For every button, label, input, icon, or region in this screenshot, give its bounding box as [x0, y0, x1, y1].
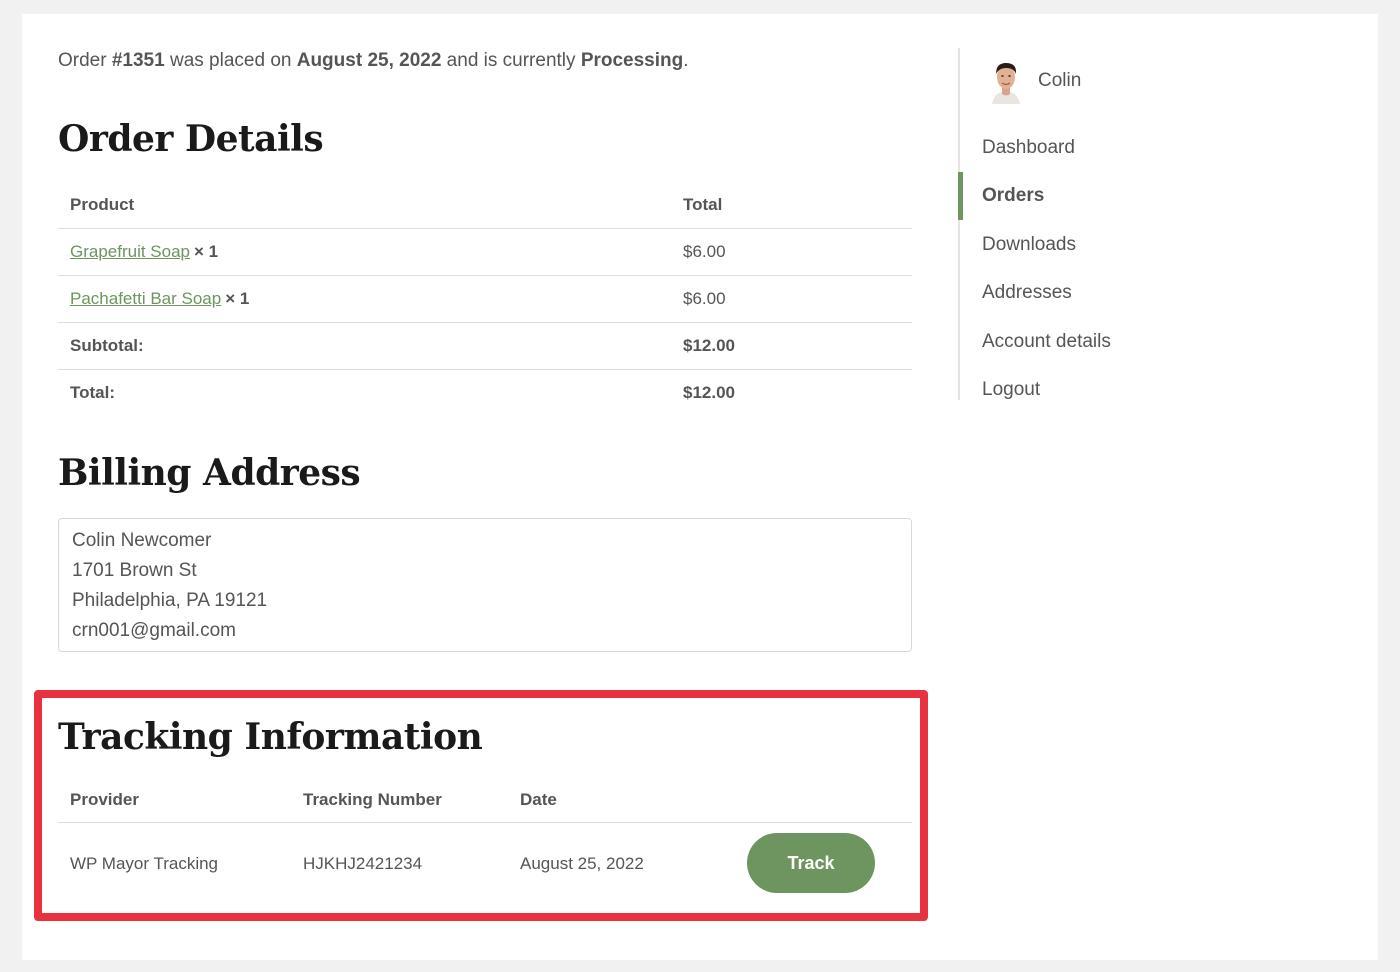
table-row: Grapefruit Soap × 1 $6.00 [58, 229, 912, 276]
avatar [988, 58, 1024, 104]
table-header-row: Provider Tracking Number Date [58, 778, 912, 823]
billing-address-title: Billing Address [58, 452, 361, 494]
tracking-information-section: Tracking Information Provider Tracking N… [34, 690, 928, 921]
product-total: $6.00 [683, 242, 726, 261]
table-header-row: Product Total [58, 182, 912, 229]
notice-prefix: Order [58, 50, 112, 71]
product-cell: Pachafetti Bar Soap × 1 [70, 276, 249, 322]
provider-cell: WP Mayor Tracking [70, 854, 219, 873]
product-column-header: Product [70, 195, 135, 214]
tracking-information-title: Tracking Information [58, 716, 483, 758]
subtotal-label: Subtotal: [70, 336, 144, 355]
provider-column-header: Provider [70, 790, 139, 809]
tracking-table: Provider Tracking Number Date WP Mayor T… [58, 778, 912, 905]
notice-text: was placed on [164, 50, 297, 71]
product-cell: Grapefruit Soap × 1 [70, 229, 218, 275]
total-label: Total: [70, 383, 116, 402]
order-status-notice: Order #1351 was placed on August 25, 202… [58, 50, 689, 72]
product-link[interactable]: Pachafetti Bar Soap [70, 289, 221, 308]
tracking-number-column-header: Tracking Number [303, 790, 442, 809]
notice-text: and is currently [441, 50, 581, 71]
total-column-header: Total [683, 195, 723, 214]
table-row: Pachafetti Bar Soap × 1 $6.00 [58, 276, 912, 323]
notice-suffix: . [683, 50, 689, 71]
date-cell: August 25, 2022 [520, 854, 644, 873]
billing-email: crn001@gmail.com [72, 620, 236, 641]
order-number: #1351 [111, 50, 165, 71]
nav-item-orders[interactable]: Orders [958, 172, 1338, 220]
subtotal-row: Subtotal: $12.00 [58, 323, 912, 370]
billing-address-box: Colin Newcomer 1701 Brown St Philadelphi… [58, 518, 912, 652]
nav-item-account-details[interactable]: Account details [960, 318, 1340, 366]
order-date: August 25, 2022 [296, 50, 442, 71]
order-status: Processing [580, 50, 684, 71]
total-value: $12.00 [683, 383, 735, 402]
track-button[interactable]: Track [747, 833, 875, 893]
nav-item-logout[interactable]: Logout [960, 366, 1340, 414]
total-row: Total: $12.00 [58, 370, 912, 416]
subtotal-value: $12.00 [683, 336, 735, 355]
account-navigation: Colin Dashboard Orders Downloads Address… [958, 48, 1360, 400]
date-column-header: Date [520, 790, 557, 809]
order-details-title: Order Details [58, 118, 324, 160]
billing-name: Colin Newcomer [72, 530, 212, 551]
nav-item-dashboard[interactable]: Dashboard [960, 124, 1340, 172]
tracking-number-cell: HJKHJ2421234 [303, 854, 423, 873]
username: Colin [1038, 70, 1082, 91]
product-quantity: × 1 [225, 289, 250, 308]
account-page: Order #1351 was placed on August 25, 202… [22, 14, 1378, 960]
nav-item-addresses[interactable]: Addresses [960, 269, 1340, 317]
product-link[interactable]: Grapefruit Soap [70, 242, 190, 261]
product-total: $6.00 [683, 289, 726, 308]
table-row: WP Mayor Tracking HJKHJ2421234 August 25… [58, 823, 912, 905]
billing-street: 1701 Brown St [72, 560, 197, 581]
billing-city: Philadelphia, PA 19121 [72, 590, 268, 611]
nav-item-downloads[interactable]: Downloads [960, 221, 1340, 269]
product-quantity: × 1 [194, 242, 219, 261]
order-details-table: Product Total Grapefruit Soap × 1 $6.00 P… [58, 182, 912, 416]
